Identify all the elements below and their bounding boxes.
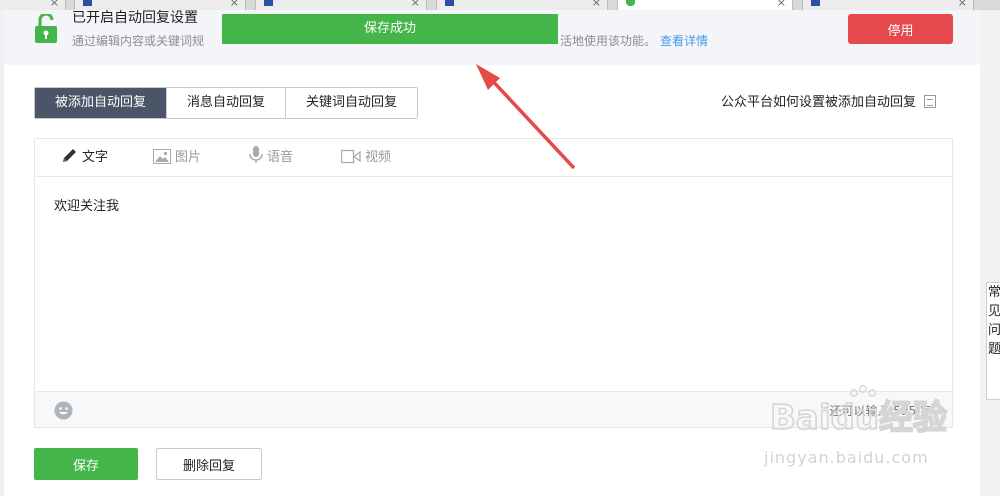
baidu-logo-watermark: Baidu经验 <box>770 385 948 439</box>
reply-type-tabs: 被添加自动回复 消息自动回复 关键词自动回复 <box>34 87 419 119</box>
notice-bar: 已开启自动回复设置 通过编辑内容或关键词规 活地使用该功能。 查看详情 保存成功 … <box>4 10 980 65</box>
close-icon[interactable]: × <box>50 0 59 9</box>
wechat-icon <box>626 0 635 6</box>
notice-description-tail-text: 活地使用该功能。 <box>560 34 657 48</box>
tool-text[interactable]: 文字 <box>61 139 108 177</box>
faq-char: 问 <box>988 323 1000 338</box>
faq-char: 常 <box>988 285 1000 300</box>
tab-added-auto-reply[interactable]: 被添加自动回复 <box>35 88 167 118</box>
view-details-link[interactable]: 查看详情 <box>660 34 708 48</box>
close-icon[interactable]: × <box>411 0 420 9</box>
unlock-icon <box>35 14 57 43</box>
faq-side-panel[interactable]: 常 见 问 题 <box>986 282 1000 400</box>
close-icon[interactable]: × <box>230 0 239 9</box>
faq-char: 见 <box>988 304 1000 319</box>
close-icon[interactable]: × <box>592 0 601 9</box>
browser-tab-active[interactable]: × <box>617 0 793 10</box>
faq-char: 题 <box>988 342 1000 357</box>
watermark-logo-text: Baidu经验 <box>770 398 947 438</box>
tool-image-label: 图片 <box>175 150 202 165</box>
tool-text-label: 文字 <box>82 150 109 165</box>
watermark-url: jingyan.baidu.com <box>764 448 929 467</box>
close-icon[interactable]: × <box>777 0 786 9</box>
notice-description: 通过编辑内容或关键词规 <box>72 34 205 48</box>
tab-message-auto-reply[interactable]: 消息自动回复 <box>166 88 286 118</box>
page-icon <box>811 0 820 6</box>
help-link[interactable]: 公众平台如何设置被添加自动回复 <box>721 91 937 110</box>
annotation-arrow-icon <box>476 64 576 170</box>
pencil-icon <box>63 149 76 162</box>
page-icon <box>445 0 454 6</box>
tool-video-label: 视频 <box>365 150 392 165</box>
help-link-text[interactable]: 公众平台如何设置被添加自动回复 <box>721 95 916 110</box>
browser-tab[interactable]: × <box>436 0 608 10</box>
browser-tab[interactable]: × <box>255 0 427 10</box>
save-success-toast: 保存成功 <box>222 14 558 44</box>
tool-image[interactable]: 图片 <box>153 139 201 177</box>
document-icon <box>924 95 937 108</box>
tool-voice[interactable]: 语音 <box>249 139 293 177</box>
image-icon <box>153 149 171 164</box>
emoji-icon[interactable] <box>54 401 73 420</box>
page-icon <box>264 0 273 6</box>
save-button[interactable]: 保存 <box>34 448 138 480</box>
notice-description-tail: 活地使用该功能。 查看详情 <box>560 32 708 49</box>
tool-video[interactable]: 视频 <box>340 139 392 177</box>
tab-keyword-auto-reply[interactable]: 关键词自动回复 <box>285 88 418 118</box>
browser-tab[interactable]: × <box>0 0 66 10</box>
reply-content-input[interactable]: 欢迎关注我 <box>54 195 119 214</box>
disable-button[interactable]: 停用 <box>848 14 953 44</box>
notice-title: 已开启自动回复设置 <box>72 10 198 26</box>
delete-reply-button[interactable]: 删除回复 <box>156 448 262 480</box>
browser-tab[interactable]: × <box>802 0 974 10</box>
page-icon <box>83 0 92 6</box>
tool-voice-label: 语音 <box>267 150 294 165</box>
microphone-icon <box>249 146 263 163</box>
close-icon[interactable]: × <box>958 0 967 9</box>
right-gutter <box>980 10 1000 496</box>
video-icon <box>340 149 361 164</box>
